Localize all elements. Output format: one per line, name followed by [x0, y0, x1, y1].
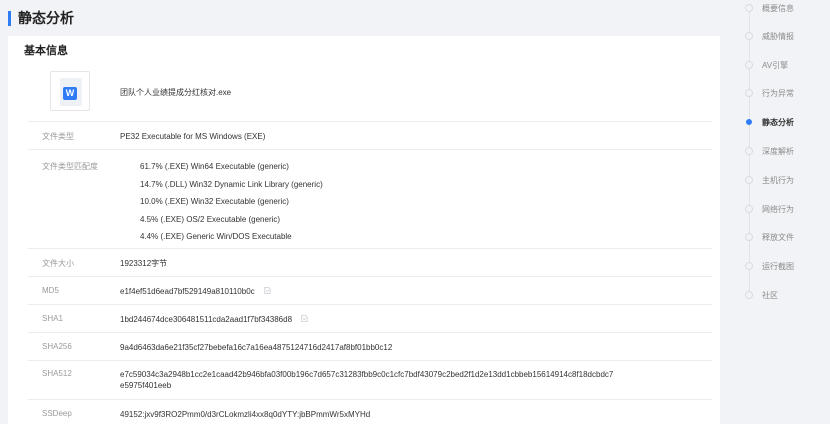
card-title: 基本信息: [24, 45, 68, 57]
table-row-sha256: SHA256 9a4d6463da6e21f35cf27bebefa16c7a1…: [28, 333, 712, 361]
section-accent-bar: [8, 10, 11, 26]
nav-item-label: 社区: [762, 290, 778, 300]
row-value: e7c59034c3a2948b1cc2e1caad42b946bfa03f00…: [120, 369, 613, 391]
nav-item[interactable]: 静态分析: [740, 115, 830, 129]
table-row-md5: MD5 e1f4ef51d6ead7bf529149a810110b0c: [28, 277, 712, 305]
nav-item-label: 行为异常: [762, 88, 794, 98]
match-list: 61.7% (.EXE) Win64 Executable (generic) …: [120, 161, 323, 249]
nav-item-label: 静态分析: [762, 117, 794, 127]
wps-document-icon: W: [50, 71, 90, 111]
table-row-sha1: SHA1 1bd244674dce306481511cda2aad1f7bf34…: [28, 305, 712, 333]
nav-item-label: 网络行为: [762, 204, 794, 214]
nav-item[interactable]: 社区: [740, 288, 830, 302]
anchor-nav: 概要信息威胁情报 AV引擎行为异常静态分析深度解析主机行为网络行为释放文件运行截图…: [740, 0, 830, 424]
nav-item-label: 释放文件: [762, 232, 794, 242]
nav-item[interactable]: AV引擎: [740, 58, 830, 72]
row-label: SSDeep: [42, 409, 72, 418]
main-content: 静态分析 基本信息 W 团队个人业绩提成分红核对.exe 文件类型 PE32 E…: [0, 0, 722, 424]
match-item: 61.7% (.EXE) Win64 Executable (generic): [140, 162, 289, 171]
nav-dot-icon: [745, 176, 753, 184]
match-item: 4.4% (.EXE) Generic Win/DOS Executable: [140, 232, 292, 241]
row-value: 49152:jxv9f3RO2Pmm0/d3rCLokmzli4xx8q0dYT…: [120, 410, 371, 419]
nav-dot-icon: [745, 4, 753, 12]
basic-info-card: 基本信息 W 团队个人业绩提成分红核对.exe 文件类型 PE32 Execut…: [8, 36, 720, 424]
row-label: 文件类型匹配度: [42, 162, 98, 171]
nav-dot-icon: [745, 205, 753, 213]
nav-dot-icon: [745, 89, 753, 97]
nav-item[interactable]: 深度解析: [740, 144, 830, 158]
row-label: MD5: [42, 286, 59, 295]
table-row-file-size: 文件大小 1923312字节: [28, 249, 712, 277]
nav-item-label: 威胁情报: [762, 31, 794, 41]
row-value: 1bd244674dce306481511cda2aad1f7bf34386d8: [120, 315, 293, 324]
match-item: 4.5% (.EXE) OS/2 Executable (generic): [140, 214, 281, 224]
row-label: SHA512: [42, 369, 72, 378]
row-value-wrap: e1f4ef51d6ead7bf529149a810110b0c: [120, 286, 272, 297]
nav-item[interactable]: 释放文件: [740, 230, 830, 244]
row-label: SHA256: [42, 342, 72, 351]
row-label: 文件类型: [42, 132, 74, 141]
section-title: 静态分析: [18, 10, 74, 26]
nav-item[interactable]: 概要信息: [740, 1, 830, 15]
nav-dot-icon: [745, 147, 753, 155]
nav-item[interactable]: 威胁情报: [740, 29, 830, 43]
file-name: 团队个人业绩提成分红核对.exe: [120, 88, 232, 97]
nav-item[interactable]: 网络行为: [740, 202, 830, 216]
nav-item-label: 主机行为: [762, 175, 794, 185]
table-row-sha512: SHA512 e7c59034c3a2948b1cc2e1caad42b946b…: [28, 361, 712, 400]
nav-item[interactable]: 主机行为: [740, 173, 830, 187]
row-label: SHA1: [42, 314, 63, 323]
nav-item[interactable]: 行为异常: [740, 86, 830, 100]
section-header: 静态分析: [8, 9, 74, 27]
row-value: 1923312字节: [120, 259, 168, 268]
nav-dot-icon: [745, 32, 753, 40]
nav-dot-icon: [745, 262, 753, 270]
row-value: 9a4d6463da6e21f35cf27bebefa16c7a16ea4875…: [120, 343, 393, 352]
nav-item[interactable]: 运行截图: [740, 259, 830, 273]
info-table: W 团队个人业绩提成分红核对.exe 文件类型 PE32 Executable …: [28, 62, 712, 424]
row-value: e1f4ef51d6ead7bf529149a810110b0c: [120, 287, 255, 296]
row-value: PE32 Executable for MS Windows (EXE): [120, 132, 266, 141]
nav-dot-icon: [746, 119, 752, 125]
row-value-line: e7c59034c3a2948b1cc2e1caad42b946bfa03f00…: [120, 370, 614, 379]
nav-item-label: 运行截图: [762, 261, 794, 271]
row-value-wrap: 1bd244674dce306481511cda2aad1f7bf34386d8: [120, 314, 309, 325]
nav-dot-icon: [745, 233, 753, 241]
nav-item-label: AV引擎: [762, 60, 789, 70]
nav-item-label: 深度解析: [762, 146, 794, 156]
match-item: 14.7% (.DLL) Win32 Dynamic Link Library …: [140, 179, 323, 189]
nav-item-label: 概要信息: [762, 3, 794, 13]
table-row-ssdeep: SSDeep 49152:jxv9f3RO2Pmm0/d3rCLokmzli4x…: [28, 400, 712, 424]
row-label: 文件大小: [42, 259, 74, 268]
nav-dot-icon: [745, 61, 753, 69]
row-value-line: e5975f401eeb: [120, 381, 172, 390]
nav-dot-icon: [745, 291, 753, 299]
file-row: W 团队个人业绩提成分红核对.exe: [28, 62, 712, 122]
copy-icon[interactable]: [300, 314, 309, 323]
match-item: 10.0% (.EXE) Win32 Executable (generic): [140, 197, 289, 206]
table-row-file-type: 文件类型 PE32 Executable for MS Windows (EXE…: [28, 122, 712, 150]
table-row-type-match: 文件类型匹配度 61.7% (.EXE) Win64 Executable (g…: [28, 150, 712, 249]
copy-icon[interactable]: [263, 286, 272, 295]
